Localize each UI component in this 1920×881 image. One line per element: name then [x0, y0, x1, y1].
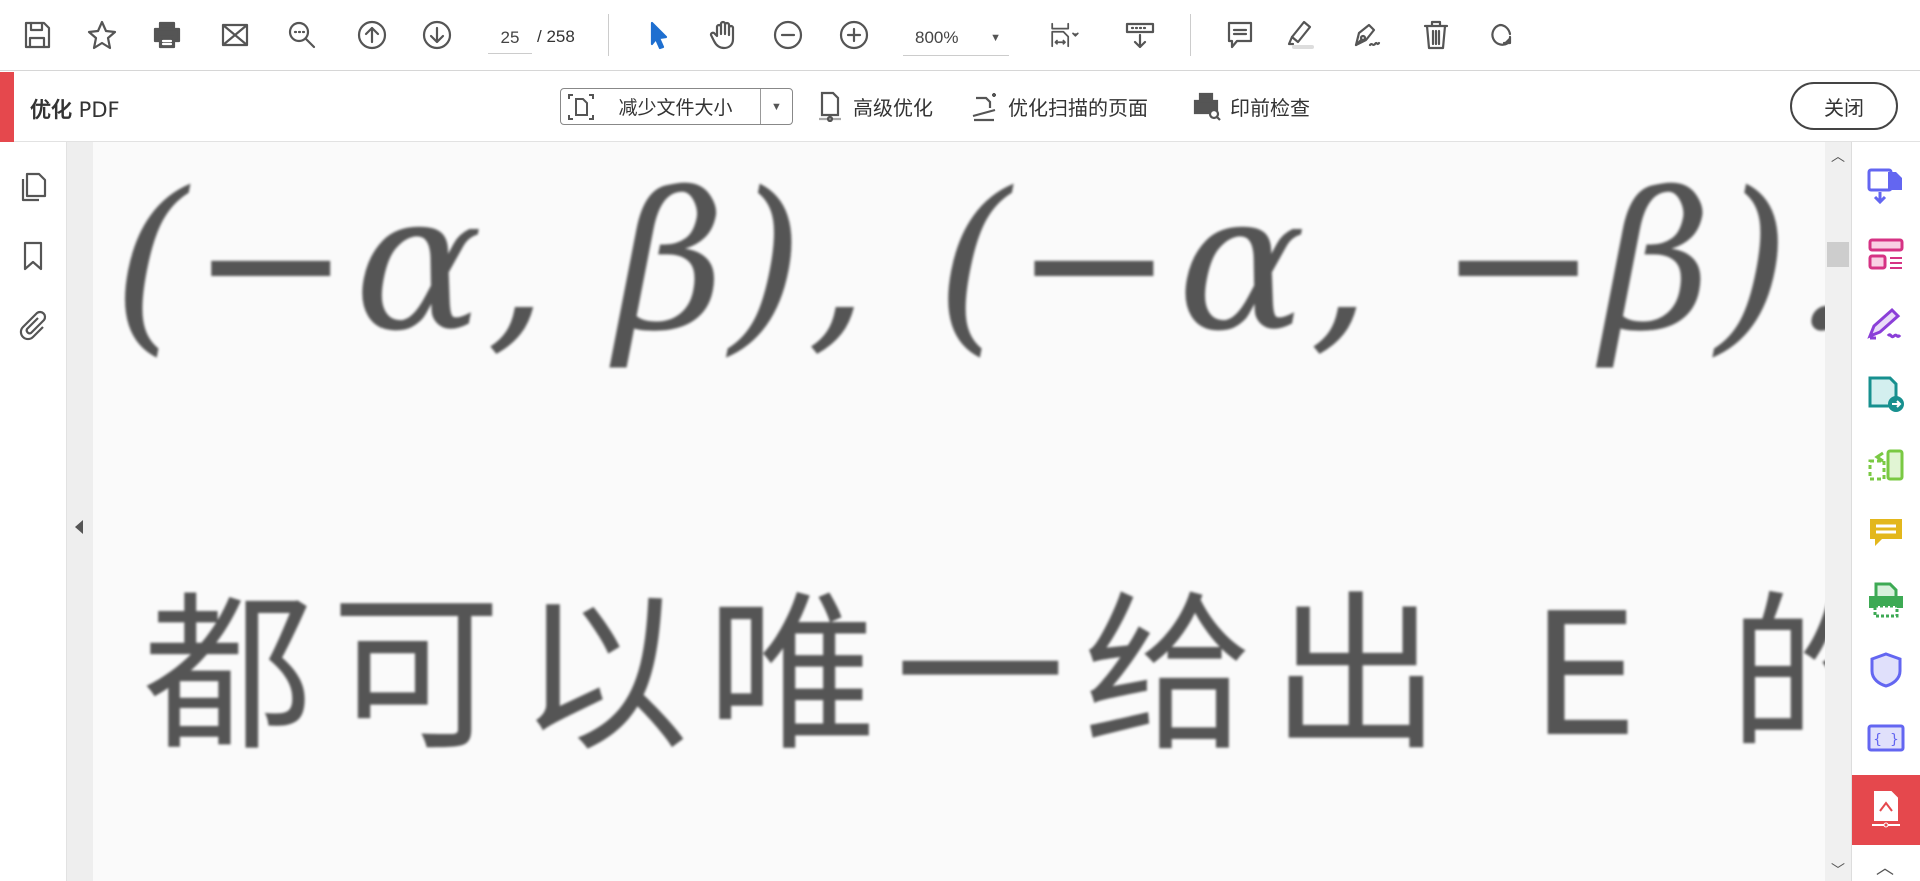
- bookmark-icon[interactable]: [16, 239, 50, 273]
- fit-page-icon[interactable]: [1040, 17, 1090, 53]
- protect-icon[interactable]: [1866, 650, 1906, 690]
- javascript-icon[interactable]: { }: [1866, 718, 1906, 758]
- page-up-icon[interactable]: [354, 17, 390, 53]
- optimize-scanned-icon: [972, 93, 996, 122]
- tool-accent-strip: [0, 72, 14, 142]
- zoom-out-icon[interactable]: [770, 17, 806, 53]
- chevron-up-icon[interactable]: ︿: [1876, 854, 1894, 880]
- document-text-line: (−α, β), (−α, −β).: [113, 152, 1825, 373]
- right-tools-panel: { } ︿: [1851, 142, 1920, 881]
- svg-text:{ }: { }: [1873, 732, 1898, 748]
- export-pdf-icon[interactable]: [1866, 166, 1906, 206]
- rotate-icon[interactable]: [1482, 17, 1518, 53]
- optimize-scanned-label: 优化扫描的页面: [1008, 95, 1148, 120]
- print-icon[interactable]: [149, 17, 185, 53]
- star-icon[interactable]: [84, 17, 120, 53]
- trash-icon[interactable]: [1418, 17, 1454, 53]
- attachment-icon[interactable]: [16, 308, 50, 342]
- toolbar-divider: [608, 14, 609, 56]
- page-total: / 258: [537, 27, 575, 46]
- left-panel-collapse-handle[interactable]: [67, 142, 93, 881]
- print-production-icon[interactable]: [1866, 580, 1906, 620]
- advanced-optimize-icon: [819, 91, 841, 122]
- vertical-scrollbar[interactable]: ︿ ﹀: [1825, 142, 1851, 881]
- document-view[interactable]: (−α, β), (−α, −β). 都可以唯一给出 E 的: [93, 142, 1825, 881]
- optimize-pdf-icon: [1872, 791, 1900, 828]
- optimize-pdf-bar: 优化 PDF 减少文件大小 ▼ 高级优化 优化扫描的页面 印前检查 关闭: [0, 72, 1920, 142]
- scroll-down-icon[interactable]: ﹀: [1831, 860, 1845, 880]
- hand-icon[interactable]: [706, 17, 742, 53]
- tool-title: 优化 PDF: [30, 94, 120, 124]
- compare-files-icon[interactable]: [1866, 445, 1906, 485]
- comment-icon[interactable]: [1222, 17, 1258, 53]
- advanced-optimize-button[interactable]: 高级优化: [815, 90, 933, 122]
- scrollbar-thumb[interactable]: [1827, 242, 1849, 267]
- preflight-icon: [1193, 92, 1221, 121]
- preflight-label: 印前检查: [1230, 95, 1310, 120]
- search-icon[interactable]: [284, 17, 320, 53]
- left-navigation-panel: [0, 142, 67, 881]
- sign-icon[interactable]: [1348, 17, 1384, 53]
- preflight-button[interactable]: 印前检查: [1192, 90, 1310, 122]
- scroll-mode-icon[interactable]: [1122, 17, 1158, 53]
- main-toolbar: / 258 800% ▼: [0, 0, 1920, 71]
- tool-title-rest: PDF: [72, 98, 120, 122]
- reduce-dropdown-arrow[interactable]: ▼: [760, 89, 792, 124]
- send-pdf-icon[interactable]: [1866, 374, 1906, 414]
- save-icon[interactable]: [19, 17, 55, 53]
- comment-tool-icon[interactable]: [1866, 513, 1906, 553]
- chevron-down-icon: ▼: [990, 32, 1001, 44]
- zoom-in-icon[interactable]: [836, 17, 872, 53]
- tool-title-bold: 优化: [30, 98, 72, 122]
- page-thumbnails-icon[interactable]: [16, 170, 50, 204]
- scroll-up-icon[interactable]: ︿: [1831, 146, 1845, 166]
- reduce-file-size-button[interactable]: 减少文件大小 ▼: [560, 88, 793, 125]
- page-down-icon[interactable]: [419, 17, 455, 53]
- optimize-scanned-button[interactable]: 优化扫描的页面: [970, 90, 1148, 122]
- toolbar-divider: [1190, 14, 1191, 56]
- advanced-optimize-label: 高级优化: [853, 95, 933, 120]
- document-text-line: 都可以唯一给出 E 的: [143, 577, 1825, 775]
- reduce-size-icon: [568, 94, 594, 120]
- collapse-arrow-icon: [75, 520, 83, 534]
- fill-sign-icon[interactable]: [1866, 304, 1906, 344]
- zoom-level-value: 800%: [915, 28, 959, 47]
- organize-pages-icon[interactable]: [1866, 235, 1906, 275]
- mail-icon[interactable]: [217, 17, 253, 53]
- page-number-input[interactable]: [488, 22, 532, 54]
- zoom-level-select[interactable]: 800% ▼: [903, 20, 1009, 56]
- highlight-icon[interactable]: [1282, 17, 1318, 53]
- select-cursor-icon[interactable]: [640, 17, 676, 53]
- optimize-pdf-tool-active[interactable]: [1852, 775, 1920, 845]
- close-button[interactable]: 关闭: [1790, 82, 1898, 130]
